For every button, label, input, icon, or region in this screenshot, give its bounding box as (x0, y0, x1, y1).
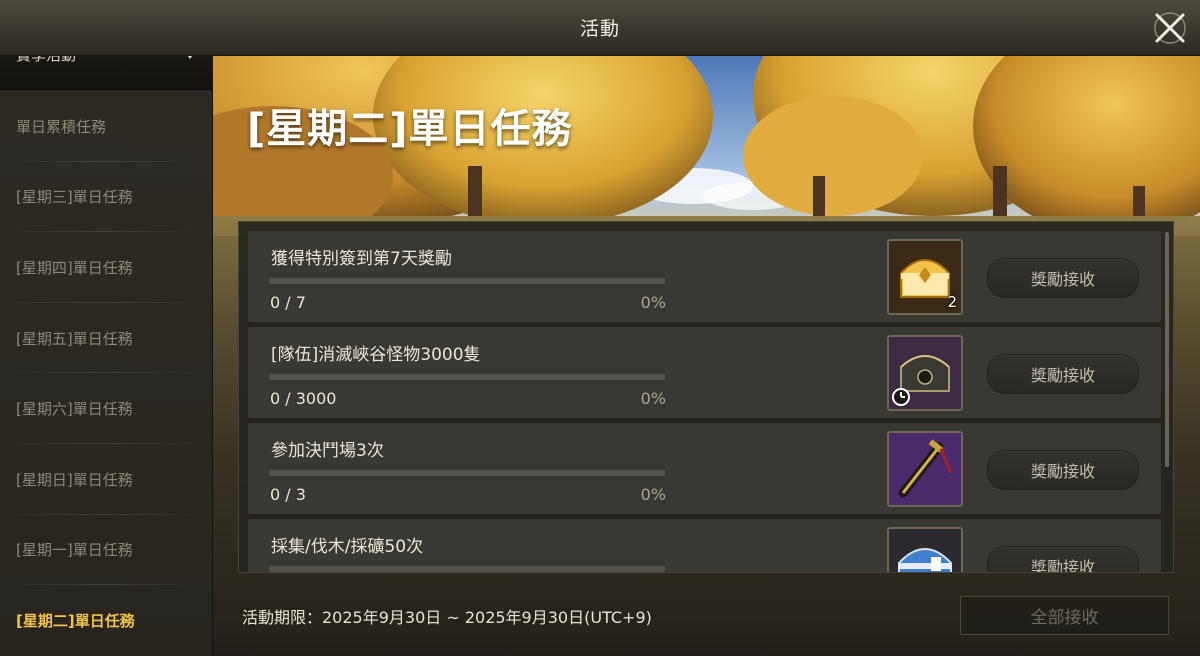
sidebar-item-sunday[interactable]: [星期日]單日任務 (0, 444, 213, 515)
window-title: 活動 (579, 18, 620, 40)
progress-count: 0 / 7 (270, 293, 306, 312)
quest-panel: 獲得特別簽到第7天獎勵 0 / 7 0% 2 獎勵接收 [隊伍]消滅峽谷怪物30… (238, 221, 1174, 573)
event-period: 活動期限：2025年9月30日 ~ 2025年9月30日(UTC+9) (242, 608, 652, 627)
reward-slot[interactable] (887, 527, 963, 572)
quest-name: [隊伍]消滅峽谷怪物3000隻 (271, 345, 481, 365)
claim-reward-button[interactable]: 獎勵接收 (987, 450, 1139, 490)
claim-reward-button[interactable]: 獎勵接收 (987, 546, 1139, 572)
reward-slot[interactable]: 2 (887, 239, 963, 315)
sidebar-item-label: 單日累積任務 (16, 117, 107, 136)
sidebar-item-wednesday[interactable]: [星期三]單日任務 (0, 162, 213, 233)
sidebar-item-saturday[interactable]: [星期六]單日任務 (0, 373, 213, 444)
progress-bar (269, 278, 665, 284)
main-content: [星期二]單日任務 獲得特別簽到第7天獎勵 0 / 7 0% 2 獎勵接收 [隊… (213, 56, 1200, 656)
progress-count: 0 / 3 (270, 485, 306, 504)
sidebar-item-label: [星期一]單日任務 (16, 541, 133, 560)
sidebar-item-label: [星期日]單日任務 (16, 470, 133, 489)
sidebar-item-label: [星期三]單日任務 (16, 188, 133, 207)
reward-slot[interactable] (887, 335, 963, 411)
progress-bar (269, 470, 665, 476)
scrollbar[interactable] (1165, 232, 1169, 467)
title-bar: 活動 (0, 0, 1200, 56)
sword-hilt-icon (889, 433, 961, 505)
progress-percent: 0% (640, 293, 666, 312)
sidebar: 賞季活動 單日累積任務 [星期三]單日任務 [星期四]單日任務 [星期五]單日任… (0, 0, 213, 656)
progress-bar (269, 374, 665, 380)
sidebar-item-label: [星期五]單日任務 (16, 329, 133, 348)
sidebar-item-label: [星期四]單日任務 (16, 258, 133, 277)
sidebar-item-label: [星期二]單日任務 (16, 611, 135, 630)
claim-reward-button[interactable]: 獎勵接收 (987, 354, 1139, 394)
blue-chest-icon (889, 529, 961, 572)
dark-chest-icon (889, 337, 961, 409)
quest-row: [隊伍]消滅峽谷怪物3000隻 0 / 3000 0% 獎勵接收 (248, 327, 1161, 418)
event-title: [星期二]單日任務 (247, 106, 573, 152)
quest-name: 採集/伐木/採礦50次 (271, 537, 424, 557)
close-button[interactable] (1150, 8, 1190, 48)
reward-slot[interactable] (887, 431, 963, 507)
quest-row: 參加決鬥場3次 0 / 3 0% 獎勵接收 (248, 423, 1161, 514)
sidebar-item-thursday[interactable]: [星期四]單日任務 (0, 232, 213, 303)
progress-percent: 0% (640, 389, 666, 408)
sidebar-item-monday[interactable]: [星期一]單日任務 (0, 515, 213, 586)
sidebar-item-label: [星期六]單日任務 (16, 400, 133, 419)
claim-reward-button[interactable]: 獎勵接收 (987, 258, 1139, 298)
close-icon (1154, 12, 1186, 44)
quest-row: 獲得特別簽到第7天獎勵 0 / 7 0% 2 獎勵接收 (248, 231, 1161, 322)
sidebar-item-friday[interactable]: [星期五]單日任務 (0, 303, 213, 374)
quest-name: 參加決鬥場3次 (271, 441, 384, 461)
sidebar-list: 單日累積任務 [星期三]單日任務 [星期四]單日任務 [星期五]單日任務 [星期… (0, 91, 213, 656)
quest-row: 採集/伐木/採礦50次 獎勵接收 (248, 519, 1161, 572)
quest-name: 獲得特別簽到第7天獎勵 (271, 249, 452, 269)
progress-count: 0 / 3000 (270, 389, 337, 408)
reward-quantity: 2 (947, 293, 957, 311)
sidebar-item-daily-cumulative[interactable]: 單日累積任務 (0, 91, 213, 162)
event-banner: [星期二]單日任務 (213, 56, 1200, 236)
claim-all-button[interactable]: 全部接收 (960, 596, 1169, 635)
progress-percent: 0% (640, 485, 666, 504)
sidebar-item-tuesday[interactable]: [星期二]單日任務 (0, 585, 213, 656)
progress-bar (269, 566, 665, 572)
